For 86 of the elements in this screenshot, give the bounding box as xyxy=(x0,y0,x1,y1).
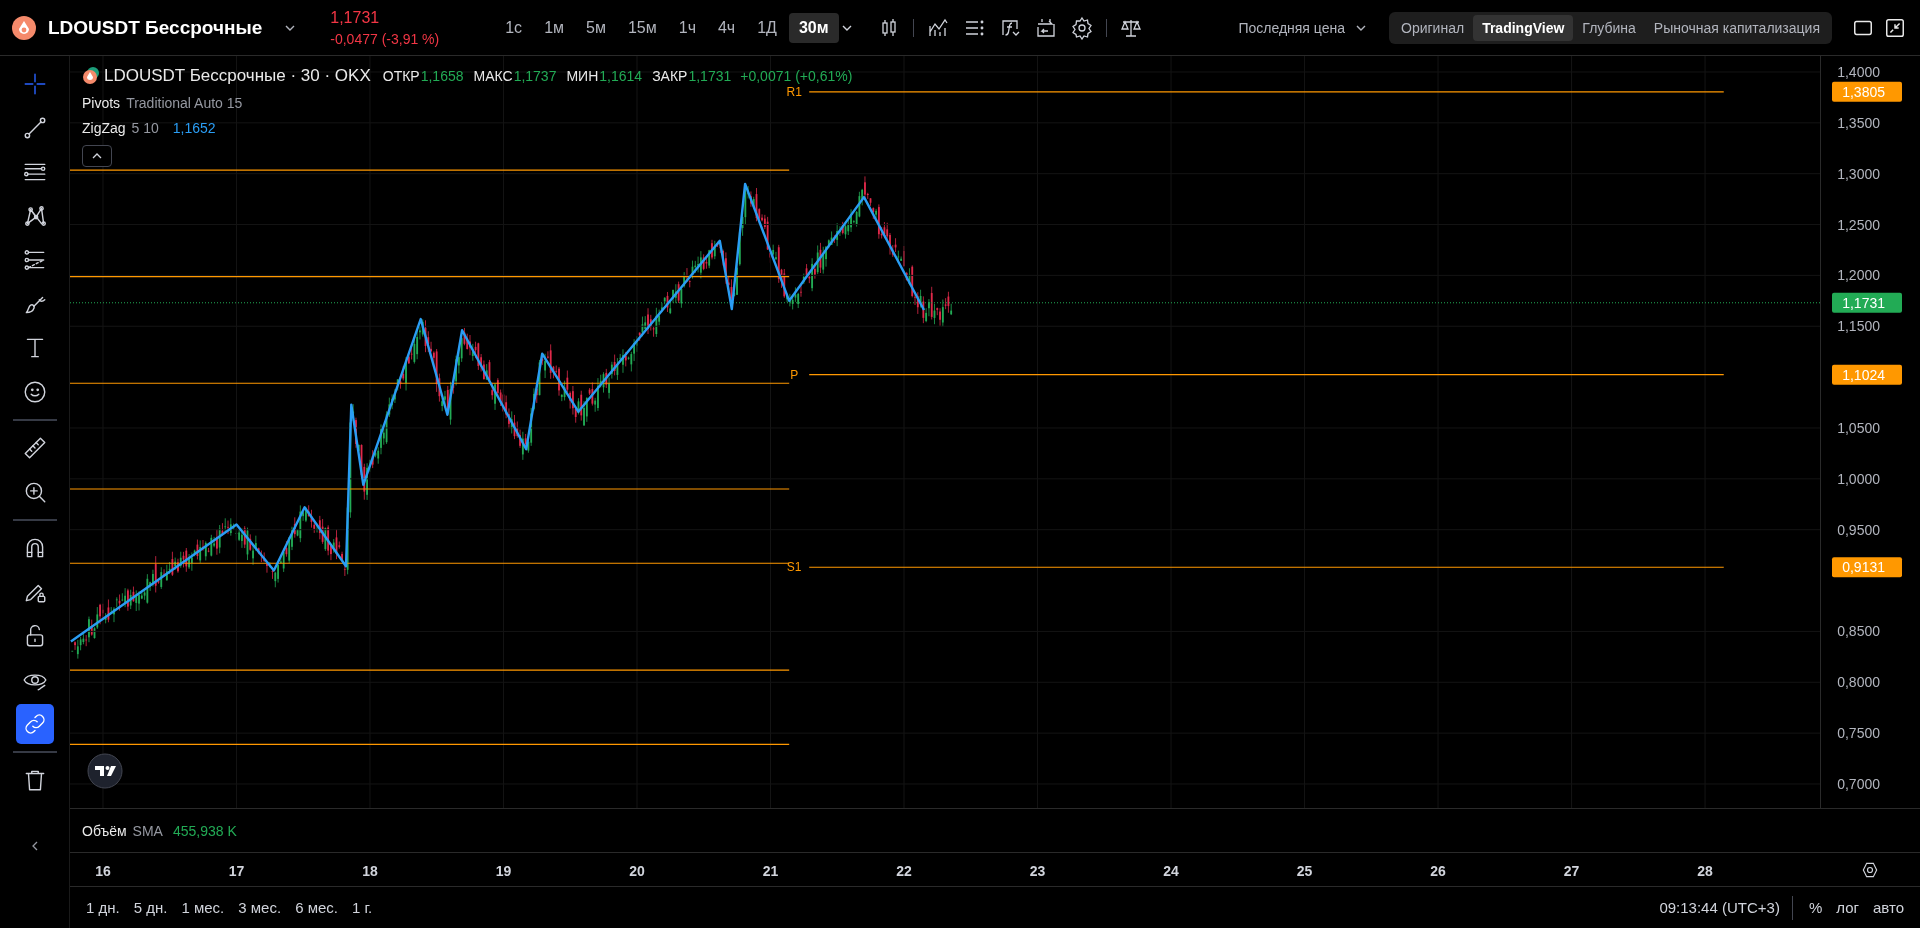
ohlc-label: ЗАКР xyxy=(652,68,688,84)
interval-tab[interactable]: 1м xyxy=(534,12,575,43)
settings-icon[interactable] xyxy=(1069,15,1094,40)
pivot-label: P xyxy=(790,367,799,382)
ohlc-label: ОТКР xyxy=(382,68,420,84)
axis-label: 0,8000 xyxy=(1837,674,1880,691)
interval-tab[interactable]: 5м xyxy=(576,12,616,43)
axis-label: 0,7000 xyxy=(1837,776,1880,792)
view-tab[interactable]: Оригинал xyxy=(1392,14,1474,41)
pivot-label: S1 xyxy=(786,560,802,575)
coin-logo-icon xyxy=(12,15,36,40)
axis-label: 1,4000 xyxy=(1837,63,1880,80)
time-label: 24 xyxy=(1163,863,1179,879)
axis-label: 1,1500 xyxy=(1837,318,1880,335)
ohlc-label: МАКС xyxy=(473,68,513,84)
indicator-params: 5 10 xyxy=(131,120,159,136)
time-label: 25 xyxy=(1296,863,1313,879)
chevron-left-icon[interactable] xyxy=(30,840,39,852)
axis-label: 0,7500 xyxy=(1837,725,1880,742)
interval-tab[interactable]: 1с xyxy=(495,12,533,43)
range-button[interactable]: 5 дн. xyxy=(127,895,174,920)
interval-tab[interactable]: 15м xyxy=(617,12,667,43)
time-label: 18 xyxy=(362,863,378,879)
ohlc-value: 1,1731 xyxy=(688,68,732,84)
interval-tab[interactable]: 4ч xyxy=(707,12,746,43)
caret-up-icon xyxy=(91,152,103,160)
time-label: 20 xyxy=(629,863,645,879)
brand-logo-icon xyxy=(87,753,123,789)
volume-params: SMA xyxy=(132,822,163,839)
view-tab[interactable]: TradingView xyxy=(1473,14,1574,41)
legend-change: +0,0071 (+0,61%) xyxy=(740,68,853,84)
volume-label: Объём xyxy=(82,822,127,839)
link-icon[interactable] xyxy=(15,704,54,744)
coin-logo-icon xyxy=(82,67,100,85)
interval-tab[interactable]: 1ч xyxy=(668,12,706,43)
axis-label: 1,2500 xyxy=(1837,216,1880,233)
price-source-dropdown[interactable]: Последняя цена xyxy=(1238,19,1345,36)
view-tab[interactable]: Рыночная капитализация xyxy=(1644,14,1829,41)
axis-label: 1,2000 xyxy=(1837,267,1880,284)
axis-label: 0,9500 xyxy=(1837,521,1880,538)
axis-label: 1,3000 xyxy=(1837,165,1880,182)
collapse-icon[interactable] xyxy=(1884,16,1906,39)
interval-tab[interactable]: 1Д xyxy=(747,12,787,43)
pivot-label: R1 xyxy=(786,84,802,99)
axis-label: 1,0500 xyxy=(1837,420,1880,436)
scale-button[interactable]: % xyxy=(1802,895,1829,920)
legend-title: LDOUSDT Бессрочные · 30 · OKX xyxy=(104,66,371,86)
indicator-name: ZigZag xyxy=(82,120,126,136)
price-tag: 1,1731 xyxy=(1832,292,1902,313)
volume-value: 455,938 K xyxy=(172,822,237,839)
time-label: 22 xyxy=(896,863,912,879)
range-button[interactable]: 3 мес. xyxy=(232,895,288,920)
time-label: 21 xyxy=(762,863,779,879)
indicator-name: Pivots xyxy=(82,95,121,111)
time-label: 16 xyxy=(95,863,111,879)
ohlc-value: 1,1658 xyxy=(420,68,464,84)
time-label: 17 xyxy=(228,863,245,879)
axis-label: 0,8500 xyxy=(1837,623,1880,640)
time-label: 28 xyxy=(1697,863,1713,879)
ohlc-value: 1,1614 xyxy=(599,68,643,84)
time-label: 27 xyxy=(1563,863,1580,879)
time-label: 23 xyxy=(1029,863,1046,879)
indicator-value: 1,1652 xyxy=(172,120,216,136)
range-button[interactable]: 1 г. xyxy=(345,895,379,920)
clock: 09:13:44 (UTC+3) xyxy=(1659,899,1780,916)
axis-label: 1,3500 xyxy=(1837,114,1880,131)
time-label: 26 xyxy=(1430,863,1446,879)
time-label: 19 xyxy=(495,863,512,879)
axis-label: 1,0000 xyxy=(1837,470,1880,487)
symbol-title[interactable]: LDOUSDT Бессрочные xyxy=(48,16,263,39)
scale-button[interactable]: лог xyxy=(1830,895,1865,920)
interval-tab[interactable]: 30м xyxy=(788,12,839,43)
scale-button[interactable]: авто xyxy=(1866,895,1910,920)
price-tag: 1,3805 xyxy=(1832,81,1902,102)
price-tag: 1,1024 xyxy=(1832,364,1902,385)
indicator-params: Traditional Auto 15 xyxy=(126,95,243,111)
range-button[interactable]: 1 дн. xyxy=(80,895,126,920)
range-button[interactable]: 6 мес. xyxy=(289,895,344,920)
price-tag: 0,9131 xyxy=(1832,557,1902,578)
price-change: -0,0477 (-3,91 %) xyxy=(330,30,440,47)
collapse-legend-button[interactable] xyxy=(82,145,112,167)
ohlc-label: МИН xyxy=(566,68,599,84)
range-button[interactable]: 1 мес. xyxy=(175,895,231,920)
view-tab[interactable]: Глубина xyxy=(1573,14,1645,41)
last-price: 1,1731 xyxy=(330,8,381,27)
ohlc-value: 1,1737 xyxy=(513,68,557,84)
